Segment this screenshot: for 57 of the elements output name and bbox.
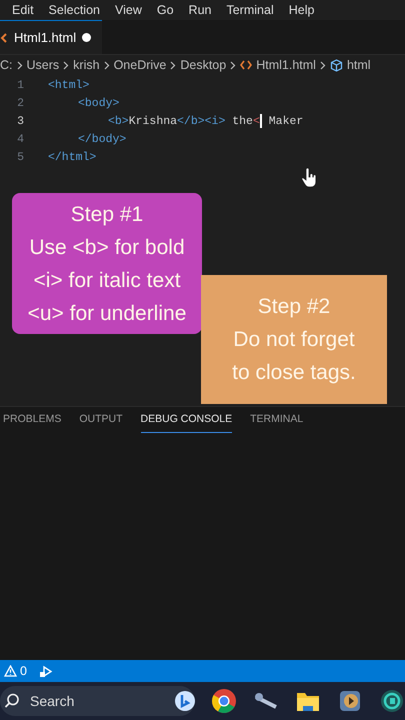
breadcrumb-item[interactable]: html	[346, 56, 371, 74]
warning-icon[interactable]	[4, 665, 17, 677]
callout-text: Do not forget	[233, 327, 355, 353]
callout-text: <u> for underline	[28, 300, 186, 326]
panel-tab[interactable]: PROBLEMS	[3, 412, 62, 433]
cube-icon	[330, 58, 343, 72]
line-number: 1	[16, 78, 24, 94]
debug-icon[interactable]	[38, 664, 53, 678]
callout-title: Step #2	[258, 294, 330, 320]
chevron-icon	[170, 60, 176, 70]
media-app-icon[interactable]	[337, 688, 363, 714]
breadcrumb-item[interactable]: Html1.html	[256, 56, 316, 74]
unsaved-dot-icon	[82, 33, 92, 42]
callout-text: to close tags.	[232, 360, 356, 386]
code-file-icon	[0, 32, 8, 42]
panel-tab[interactable]: TERMINAL	[250, 412, 304, 433]
line-number: 2	[16, 96, 24, 112]
menu-item[interactable]: Help	[288, 0, 314, 20]
panel-tab[interactable]: DEBUG CONSOLE	[140, 412, 232, 433]
line-number: 3	[16, 114, 24, 130]
callout-title: Step #1	[70, 202, 144, 228]
editor-tab[interactable]: Html1.html	[0, 20, 102, 54]
code-file-icon	[240, 60, 252, 70]
code-line: </body>	[77, 132, 126, 148]
breadcrumb-item[interactable]: OneDrive	[114, 56, 166, 74]
code-line: </html>	[47, 150, 96, 166]
menu-item[interactable]: Terminal	[226, 0, 274, 20]
warning-count[interactable]: 0	[20, 662, 27, 680]
panel-tab[interactable]: OUTPUT	[79, 412, 123, 433]
menu-item[interactable]: Selection	[48, 0, 100, 20]
breadcrumb-item[interactable]: C:	[0, 56, 12, 74]
chevron-icon	[320, 60, 326, 70]
text-cursor	[260, 114, 262, 128]
chevron-icon	[63, 60, 70, 70]
breadcrumb-item[interactable]: Users	[26, 56, 60, 74]
callout-text: Use <b> for bold	[29, 234, 185, 260]
chevron-icon	[16, 60, 22, 70]
camera-app-icon[interactable]	[379, 688, 405, 714]
callout-text: <i> for italic text	[33, 268, 181, 294]
line-number: 5	[16, 150, 24, 166]
code-line: <b>Krishna</b><i> the< Maker	[107, 113, 304, 130]
breadcrumb-item[interactable]: krish	[73, 56, 100, 74]
search-icon	[4, 693, 20, 709]
line-number: 4	[16, 132, 24, 148]
search-box[interactable]: Search	[0, 686, 195, 716]
hand-pointer-icon	[301, 168, 317, 188]
code-line: <body>	[77, 96, 120, 112]
chevron-icon	[230, 60, 236, 70]
menu-item[interactable]: Edit	[12, 0, 34, 20]
menu-item[interactable]: Go	[156, 0, 174, 20]
breadcrumb-item[interactable]: Desktop	[180, 56, 226, 74]
chevron-icon	[104, 60, 110, 70]
code-line: <html>	[47, 78, 90, 94]
menu-item[interactable]: View	[114, 0, 142, 20]
menu-item[interactable]: Run	[188, 0, 212, 20]
bing-icon[interactable]	[175, 691, 195, 711]
browser-icon[interactable]	[211, 688, 237, 714]
